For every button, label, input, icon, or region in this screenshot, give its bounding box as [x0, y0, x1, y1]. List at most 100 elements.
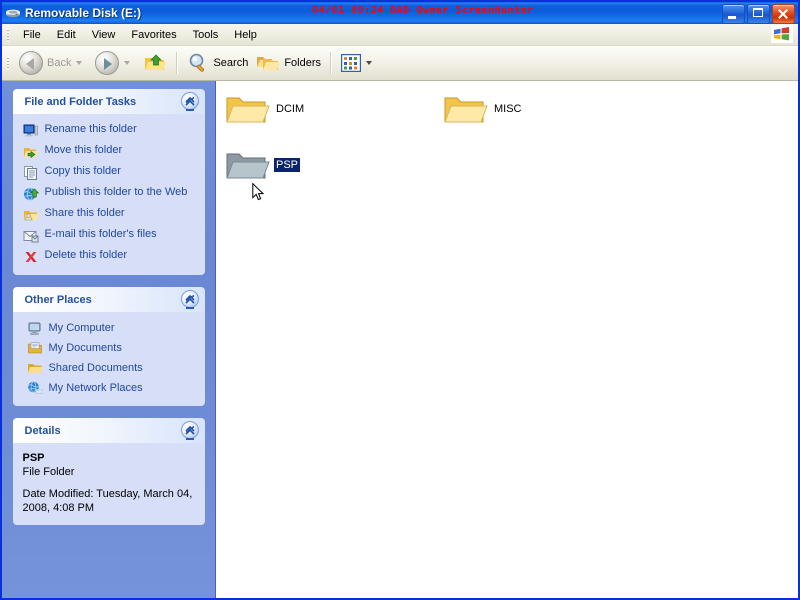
task-label: Copy this folder: [44, 165, 121, 177]
maximize-button[interactable]: [747, 4, 770, 24]
explorer-window: Removable Disk (E:) 04/01 09:24 DAD Owne…: [0, 0, 800, 600]
file-item-misc[interactable]: MISC: [442, 89, 524, 129]
task-label: Rename this folder: [44, 123, 137, 135]
file-item-psp[interactable]: PSP: [224, 145, 301, 185]
file-item-label: PSP: [274, 158, 301, 172]
publish-web-icon: [23, 186, 39, 202]
task-label: Delete this folder: [44, 249, 128, 261]
back-dropdown-chevron-icon[interactable]: [76, 61, 83, 65]
panel-header-other-places[interactable]: Other Places: [12, 287, 205, 312]
place-shared-documents[interactable]: Shared Documents: [13, 358, 205, 378]
details-item-type: File Folder: [22, 466, 75, 478]
panel-header-file-and-folder-tasks[interactable]: File and Folder Tasks: [12, 89, 205, 114]
collapse-chevron-up-icon[interactable]: [180, 421, 199, 440]
up-folder-icon: [143, 52, 167, 74]
task-email-this-folders-files[interactable]: E-mail this folder's files: [13, 225, 205, 246]
shared-documents-icon: [27, 360, 43, 376]
forward-dropdown-chevron-icon[interactable]: [124, 61, 131, 65]
views-dropdown-chevron-icon[interactable]: [366, 61, 373, 65]
task-label: Share this folder: [44, 207, 125, 219]
panel-body-other-places: My Computer My Documents Shared Document…: [12, 312, 205, 406]
back-button[interactable]: Back: [15, 50, 91, 76]
file-item-label: DCIM: [276, 103, 305, 115]
move-folder-icon: [23, 144, 39, 160]
task-delete-this-folder[interactable]: Delete this folder: [13, 246, 205, 267]
details-item-name: PSP: [22, 452, 45, 464]
views-icon: [341, 54, 362, 72]
network-places-icon: [27, 380, 43, 396]
panel-body-file-and-folder-tasks: Rename this folder Move this folder Copy…: [12, 114, 205, 275]
views-button[interactable]: [337, 50, 381, 76]
place-my-computer[interactable]: My Computer: [13, 318, 205, 338]
toolbar: Back Search Folders: [2, 46, 798, 81]
menu-favorites[interactable]: Favorites: [124, 26, 183, 44]
menu-bar: File Edit View Favorites Tools Help: [2, 24, 798, 46]
task-publish-this-folder-to-the-web[interactable]: Publish this folder to the Web: [13, 183, 205, 204]
place-my-network-places[interactable]: My Network Places: [13, 378, 205, 398]
collapse-chevron-up-icon[interactable]: [180, 92, 199, 111]
panel-body-details: PSP File Folder Date Modified: Tuesday, …: [12, 443, 205, 525]
task-label: Publish this folder to the Web: [44, 186, 188, 198]
window-controls: [722, 4, 795, 24]
mouse-pointer-icon: [252, 183, 264, 202]
search-button[interactable]: Search: [183, 50, 252, 76]
menu-tools[interactable]: Tools: [186, 26, 226, 44]
copy-folder-icon: [23, 165, 39, 181]
folder-icon: [442, 89, 488, 129]
toolbar-separator-1: [176, 52, 179, 74]
task-label: Move this folder: [44, 144, 123, 156]
panel-other-places: Other Places My Computer My Documents Sh…: [12, 287, 205, 406]
search-button-label: Search: [213, 57, 249, 69]
close-button[interactable]: [772, 4, 795, 24]
window-body: File and Folder Tasks Rename this folder…: [2, 81, 798, 598]
file-item-label: MISC: [494, 103, 522, 115]
folders-button-label: Folders: [284, 57, 322, 69]
task-copy-this-folder[interactable]: Copy this folder: [13, 162, 205, 183]
place-label: My Documents: [48, 342, 122, 354]
toolbar-grip-handle[interactable]: [5, 55, 13, 71]
up-one-level-button[interactable]: [139, 50, 171, 76]
share-folder-icon: [23, 207, 39, 223]
search-icon: [187, 52, 209, 74]
file-list-view[interactable]: DCIM MISC PSP: [216, 81, 798, 598]
minimize-button[interactable]: [722, 4, 745, 24]
my-computer-icon: [27, 320, 43, 336]
place-my-documents[interactable]: My Documents: [13, 338, 205, 358]
details-date-modified: Date Modified: Tuesday, March 04, 2008, …: [22, 488, 193, 514]
email-icon: [23, 228, 39, 244]
title-bar: Removable Disk (E:) 04/01 09:24 DAD Owne…: [2, 2, 798, 24]
collapse-chevron-up-icon[interactable]: [180, 290, 199, 309]
place-label: My Network Places: [48, 382, 143, 394]
task-pane-sidebar: File and Folder Tasks Rename this folder…: [2, 81, 216, 598]
screenhunter-overlay-text: 04/01 09:24 DAD Owner ScreenHunter: [312, 5, 534, 16]
toolbar-separator-2: [330, 52, 333, 74]
back-arrow-icon: [19, 51, 43, 75]
forward-button[interactable]: [91, 50, 139, 76]
menu-help[interactable]: Help: [227, 26, 264, 44]
forward-arrow-icon: [95, 51, 120, 75]
delete-x-icon: [23, 249, 39, 265]
menu-file[interactable]: File: [16, 26, 48, 44]
task-move-this-folder[interactable]: Move this folder: [13, 141, 205, 162]
rename-icon: [23, 123, 39, 139]
panel-title-details: Details: [24, 424, 61, 437]
file-item-dcim[interactable]: DCIM: [224, 89, 306, 129]
removable-disk-icon: [5, 5, 21, 21]
menu-view[interactable]: View: [85, 26, 123, 44]
folder-icon: [224, 145, 270, 185]
folders-button[interactable]: Folders: [252, 50, 325, 76]
panel-title-file-and-folder-tasks: File and Folder Tasks: [24, 95, 137, 108]
windows-flag-icon: [771, 25, 793, 43]
menu-edit[interactable]: Edit: [50, 26, 83, 44]
place-label: Shared Documents: [48, 362, 143, 374]
task-rename-this-folder[interactable]: Rename this folder: [13, 120, 205, 141]
task-label: E-mail this folder's files: [44, 228, 157, 240]
back-button-label: Back: [47, 57, 72, 69]
panel-header-details[interactable]: Details: [12, 418, 205, 443]
panel-details: Details PSP File Folder Date Modified: T…: [12, 418, 205, 525]
folders-icon: [256, 52, 281, 74]
task-share-this-folder[interactable]: Share this folder: [13, 204, 205, 225]
menu-grip-handle[interactable]: [5, 27, 13, 43]
panel-file-and-folder-tasks: File and Folder Tasks Rename this folder…: [12, 89, 205, 275]
my-documents-icon: [27, 340, 43, 356]
